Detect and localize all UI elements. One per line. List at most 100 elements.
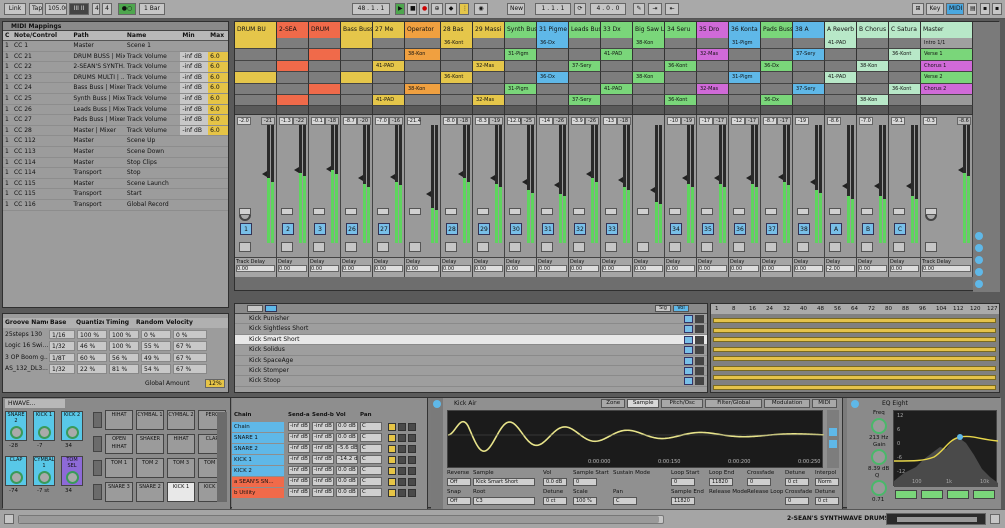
param-value[interactable]: Kick Smart Short <box>473 478 535 486</box>
mapping-min[interactable]: -inf dB <box>180 72 209 83</box>
hotswap-icon[interactable] <box>408 434 416 442</box>
sample-mute-icon[interactable] <box>695 335 704 344</box>
clip-slot[interactable] <box>309 60 341 73</box>
clip-slot[interactable] <box>633 94 665 107</box>
clip-slot[interactable] <box>697 72 729 84</box>
sample-list-item[interactable]: Kick Stoop <box>235 376 707 387</box>
velocity-bar[interactable] <box>713 375 996 380</box>
peak-readout[interactable]: -26 <box>553 117 567 126</box>
stop-clip-button[interactable] <box>761 106 793 116</box>
peak-readout[interactable]: -17 <box>745 117 759 126</box>
clip-slot[interactable] <box>665 83 697 95</box>
solo-button[interactable] <box>797 242 809 253</box>
clip-slot[interactable]: 38-Kon <box>857 94 889 107</box>
volume-fader-icon[interactable] <box>586 171 591 178</box>
quantize-menu[interactable]: 1 Bar <box>139 3 165 15</box>
pan-button[interactable] <box>573 208 585 216</box>
track-delay-value[interactable]: 0.00 <box>278 265 307 273</box>
clip-slot[interactable]: 41-PAD <box>825 38 857 50</box>
mapping-min[interactable] <box>180 179 208 189</box>
eq-q-value[interactable]: 0.71 <box>872 497 884 503</box>
peak-readout[interactable]: -22 <box>293 117 307 126</box>
stop-clip-button[interactable] <box>729 106 761 116</box>
volume-fader-icon[interactable] <box>842 183 847 190</box>
pan-button[interactable] <box>477 208 489 216</box>
track-title[interactable]: DRUM <box>309 22 341 38</box>
solo-icon[interactable] <box>398 489 406 497</box>
clip-slot[interactable] <box>235 94 277 107</box>
sample-toggle-icon[interactable] <box>684 377 693 386</box>
clip-slot[interactable] <box>473 83 505 95</box>
track-activator-button[interactable]: 26 <box>346 223 358 236</box>
stop-clip-button[interactable] <box>405 106 441 116</box>
solo-button[interactable] <box>409 242 421 253</box>
midi-mapping-row[interactable]: 1 CC 114 Transport Stop <box>3 168 228 179</box>
volume-readout[interactable]: -7.0 <box>375 117 389 126</box>
vol-button[interactable]: Vol <box>673 305 689 312</box>
macro-knob[interactable] <box>66 426 79 439</box>
peak-readout[interactable]: -16 <box>389 117 403 126</box>
clip-slot[interactable] <box>889 38 921 50</box>
link-button[interactable]: Link <box>4 3 26 15</box>
pan-button[interactable] <box>893 208 905 216</box>
volume-fader-icon[interactable] <box>426 191 431 198</box>
track-delay-value[interactable]: 0.00 <box>506 265 535 273</box>
chain-name[interactable]: SNARE 2 <box>232 444 284 454</box>
simpler-tab[interactable]: Sample <box>627 399 659 408</box>
scene-slot[interactable] <box>921 94 973 107</box>
clip-slot[interactable] <box>277 49 309 61</box>
track-title[interactable]: 27 Me <box>373 22 405 38</box>
clip-slot[interactable] <box>633 60 665 73</box>
stop-clip-button[interactable] <box>473 106 505 116</box>
macro-pad[interactable]: KICK 2 <box>61 411 83 441</box>
midi-map-button[interactable]: MIDI <box>946 3 964 15</box>
track-title[interactable]: 36 Konta <box>729 22 761 38</box>
chain-pan[interactable]: C <box>360 422 382 431</box>
drum-pad[interactable]: TOM 3 <box>167 458 195 478</box>
track-title[interactable]: Synth Buss <box>505 22 537 38</box>
clip-slot[interactable]: 31-Pigm <box>505 83 537 95</box>
macro-value[interactable]: 34 <box>65 488 72 494</box>
chain-send-b[interactable]: -inf dB <box>312 477 334 486</box>
midi-mapping-row[interactable]: 1 CC 21 DRUM BUSS | MixerTrack Volume -inf … <box>3 51 228 63</box>
scene-slot[interactable]: Verse 2 <box>921 72 973 84</box>
clip-slot[interactable] <box>633 83 665 95</box>
param-value[interactable]: Off <box>447 478 471 486</box>
clip-slot[interactable] <box>341 49 373 61</box>
macro-value[interactable]: -74 <box>9 488 18 494</box>
mute-icon[interactable] <box>388 478 396 486</box>
session-record-icon[interactable]: ◉ <box>474 3 488 15</box>
volume-fader-icon[interactable] <box>326 165 331 172</box>
clip-slot[interactable]: 41-PAD <box>373 94 405 107</box>
peak-readout[interactable]: -18 <box>617 117 631 126</box>
clip-slot[interactable] <box>309 72 341 84</box>
groove-velocity[interactable]: 67 % <box>173 341 207 351</box>
peak-readout[interactable]: -18 <box>457 117 471 126</box>
volume-readout[interactable]: -12.0 <box>507 117 521 126</box>
clip-slot[interactable] <box>825 60 857 73</box>
groove-timing[interactable]: 100 % <box>109 341 139 351</box>
clip-slot[interactable] <box>761 49 793 61</box>
track-delay-value[interactable]: 0.00 <box>570 265 599 273</box>
eq-freq-knob[interactable] <box>871 418 887 434</box>
pan-button[interactable] <box>669 208 681 216</box>
pan-button[interactable] <box>829 208 841 216</box>
chain-name[interactable]: SNARE 1 <box>232 433 284 443</box>
param-value[interactable]: 0 <box>747 478 771 486</box>
mapping-max[interactable]: 6.0 <box>208 93 228 104</box>
track-delay-value[interactable]: 0.00 <box>236 265 275 273</box>
col-channel[interactable]: C <box>3 31 12 40</box>
pan-button[interactable] <box>509 208 521 216</box>
stop-clip-button[interactable] <box>309 106 341 116</box>
chain-send-b[interactable]: -inf dB <box>312 488 334 497</box>
volume-readout[interactable]: -10 <box>667 117 681 126</box>
groove-random[interactable]: 49 % <box>141 352 171 362</box>
mapping-min[interactable] <box>180 158 208 168</box>
chain-send-a[interactable]: -inf dB <box>288 422 310 431</box>
midi-mapping-row[interactable]: 1 CC 115 Master Scene Launch <box>3 179 228 190</box>
clip-slot[interactable]: 38-Kon <box>857 60 889 73</box>
clip-slot[interactable] <box>665 38 697 50</box>
param-value[interactable]: 0 <box>671 478 695 486</box>
groove-random[interactable]: 54 % <box>141 364 171 374</box>
clip-slot[interactable] <box>309 38 341 50</box>
